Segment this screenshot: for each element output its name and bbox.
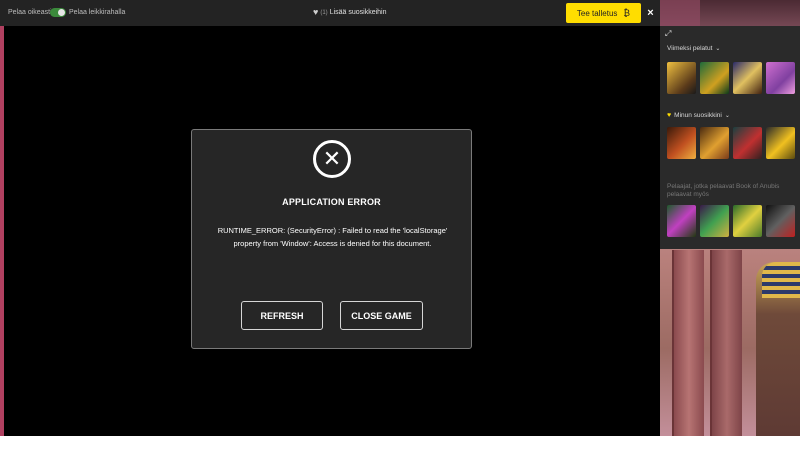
chevron-down-icon: ⌄: [715, 46, 721, 52]
my-favorites-header[interactable]: ♥ Minun suosikkini ⌄: [667, 112, 730, 119]
background-column: [710, 250, 742, 436]
wallet-icon: ₿: [623, 7, 631, 18]
error-dialog: ✕ APPLICATION ERROR RUNTIME_ERROR: (Secu…: [191, 129, 472, 349]
game-thumbnail[interactable]: [766, 127, 795, 159]
close-game-button[interactable]: CLOSE GAME: [340, 301, 423, 330]
side-panel: ⤢ Viimeksi pelatut ⌄ ♥ Minun suosikkini …: [660, 26, 800, 249]
game-thumbnail[interactable]: [700, 62, 729, 94]
recommended-list: [667, 205, 795, 237]
game-thumbnail[interactable]: [667, 62, 696, 94]
game-thumbnail[interactable]: [733, 127, 762, 159]
game-thumbnail[interactable]: [700, 127, 729, 159]
game-thumbnail[interactable]: [700, 205, 729, 237]
practice-mode-label: Pelaa leikkirahalla: [69, 9, 126, 16]
heart-icon: ♥: [667, 112, 672, 119]
expand-icon[interactable]: ⤢: [665, 29, 671, 39]
add-to-favorites-button[interactable]: ♥ (1) Lisää suosikkeihin: [313, 8, 387, 17]
deposit-label: Tee talletus: [576, 8, 618, 18]
close-game-window-button[interactable]: ×: [641, 0, 660, 26]
game-thumbnail[interactable]: [667, 205, 696, 237]
recently-played-label: Viimeksi pelatut: [667, 45, 713, 52]
real-money-label: Pelaa oikeasti: [8, 9, 52, 16]
game-thumbnail[interactable]: [733, 205, 762, 237]
pharaoh-statue-image: [756, 262, 800, 436]
game-thumbnail[interactable]: [733, 62, 762, 94]
dialog-message: RUNTIME_ERROR: (SecurityError) : Failed …: [217, 226, 448, 248]
heart-icon: ♥: [313, 7, 319, 17]
favorites-count: (1): [320, 9, 328, 16]
error-x-icon: ✕: [313, 140, 351, 178]
page-bottom: [0, 436, 800, 450]
deposit-button[interactable]: Tee talletus ₿: [566, 3, 641, 23]
background-column: [672, 250, 704, 436]
my-favorites-label: Minun suosikkini: [674, 112, 722, 119]
recently-played-list: [667, 62, 795, 94]
favorites-list: [667, 127, 795, 159]
game-thumbnail[interactable]: [766, 62, 795, 94]
chevron-down-icon: ⌄: [724, 113, 730, 119]
recommendations-label: Pelaajat, jotka pelaavat Book of Anubis …: [667, 183, 780, 198]
casino-game-page: Pelaa oikeasti Pelaa leikkirahalla ♥ (1)…: [0, 0, 800, 450]
game-top-bar: Pelaa oikeasti Pelaa leikkirahalla ♥ (1)…: [0, 0, 660, 26]
game-thumbnail[interactable]: [766, 205, 795, 237]
recently-played-header[interactable]: Viimeksi pelatut ⌄: [667, 45, 720, 52]
dialog-title: APPLICATION ERROR: [282, 197, 381, 207]
game-thumbnail[interactable]: [667, 127, 696, 159]
close-icon: ×: [647, 7, 654, 19]
refresh-button[interactable]: REFRESH: [241, 301, 323, 330]
add-favorites-label: Lisää suosikkeihin: [329, 9, 387, 16]
play-mode-toggle[interactable]: [50, 8, 66, 17]
